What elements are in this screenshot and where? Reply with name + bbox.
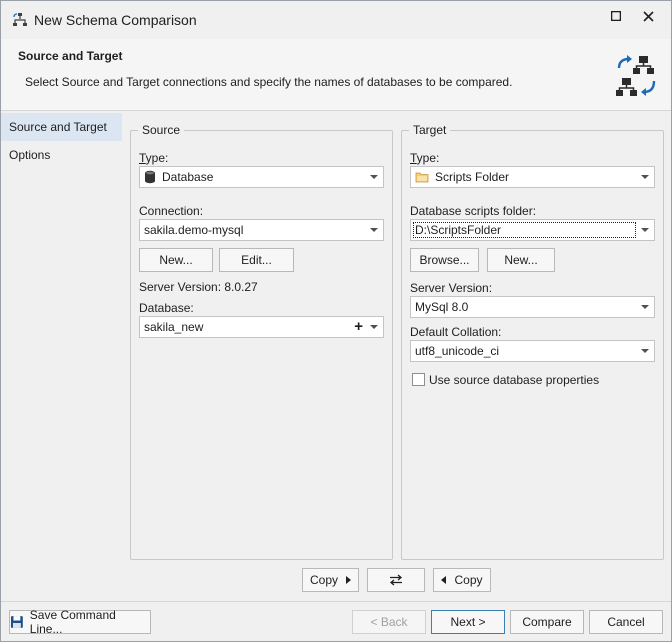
- scripts-folder-value: D:\ScriptsFolder: [415, 223, 502, 237]
- connection-value: sakila.demo-mysql: [144, 223, 244, 237]
- triangle-left-icon: [441, 576, 447, 584]
- database-select[interactable]: sakila_new +: [139, 316, 384, 338]
- target-server-version-label: Server Version:: [410, 281, 493, 295]
- connection-label: Connection:: [139, 204, 204, 218]
- database-icon: [145, 170, 155, 184]
- target-type-select[interactable]: Scripts Folder: [410, 166, 655, 188]
- source-new-button-label: New...: [159, 253, 193, 267]
- target-new-button[interactable]: New...: [487, 248, 555, 272]
- compare-button[interactable]: Compare: [510, 610, 584, 634]
- wizard-header: Source and Target Select Source and Targ…: [1, 39, 671, 111]
- source-edit-button[interactable]: Edit...: [219, 248, 294, 272]
- source-group-title: Source: [138, 123, 185, 137]
- copy-to-source-label: Copy: [454, 573, 483, 587]
- close-button[interactable]: [635, 5, 661, 27]
- triangle-right-icon: [346, 576, 351, 584]
- target-new-button-label: New...: [504, 253, 538, 267]
- schema-compare-app-icon: [13, 13, 27, 26]
- save-command-line-label: Save Command Line...: [29, 608, 116, 636]
- window-title: New Schema Comparison: [34, 12, 197, 28]
- use-source-properties-label[interactable]: Use source database properties: [429, 373, 599, 387]
- chevron-down-icon: [641, 175, 649, 179]
- chevron-down-icon: [370, 175, 378, 179]
- target-type-value: Scripts Folder: [435, 170, 510, 184]
- next-button[interactable]: Next >: [431, 610, 505, 634]
- source-type-label: Type:: [139, 151, 169, 165]
- scripts-folder-label: Database scripts folder:: [410, 204, 537, 218]
- back-button-label: < Back: [370, 615, 408, 629]
- chevron-down-icon: [370, 228, 378, 232]
- chevron-down-icon: [641, 349, 649, 353]
- source-type-select[interactable]: Database: [139, 166, 384, 188]
- next-button-label: Next >: [450, 615, 486, 629]
- copy-to-target-label: Copy: [309, 573, 338, 587]
- swap-button[interactable]: [367, 568, 425, 592]
- chevron-down-icon: [641, 305, 649, 309]
- source-edit-button-label: Edit...: [241, 253, 272, 267]
- sidebar-item-options[interactable]: Options: [1, 141, 122, 169]
- compare-button-label: Compare: [522, 615, 572, 629]
- wizard-sidebar: Source and Target Options: [1, 112, 122, 601]
- wizard-content: Source Type: Database Connection: sakila…: [122, 112, 671, 601]
- page-description: Select Source and Target connections and…: [25, 75, 513, 89]
- maximize-button[interactable]: [603, 5, 629, 27]
- source-new-button[interactable]: New...: [139, 248, 213, 272]
- sidebar-item-source-and-target[interactable]: Source and Target: [1, 113, 122, 141]
- chevron-down-icon: [641, 228, 649, 232]
- database-value: sakila_new: [144, 320, 204, 334]
- cancel-button-label: Cancel: [607, 615, 645, 629]
- target-server-version-select[interactable]: MySql 8.0: [410, 296, 655, 318]
- database-label: Database:: [139, 301, 194, 315]
- source-server-version: Server Version: 8.0.27: [139, 280, 258, 294]
- page-title: Source and Target: [18, 49, 123, 63]
- back-button[interactable]: < Back: [352, 610, 426, 634]
- copy-to-target-button[interactable]: Copy: [302, 568, 359, 592]
- use-source-properties-checkbox[interactable]: [412, 373, 425, 386]
- default-collation-label: Default Collation:: [410, 325, 502, 339]
- title-bar: New Schema Comparison: [1, 1, 671, 39]
- cancel-button[interactable]: Cancel: [589, 610, 663, 634]
- maximize-icon: [611, 11, 621, 21]
- source-type-value: Database: [162, 170, 214, 184]
- default-collation-value: utf8_unicode_ci: [415, 344, 500, 358]
- add-database-icon[interactable]: +: [354, 318, 363, 335]
- default-collation-select[interactable]: utf8_unicode_ci: [410, 340, 655, 362]
- scripts-folder-select[interactable]: D:\ScriptsFolder: [410, 219, 655, 241]
- copy-to-source-button[interactable]: Copy: [433, 568, 491, 592]
- target-group-title: Target: [409, 123, 451, 137]
- chevron-down-icon: [370, 325, 378, 329]
- save-command-line-button[interactable]: Save Command Line...: [9, 608, 151, 636]
- folder-icon: [415, 172, 429, 183]
- close-icon: [642, 10, 654, 22]
- swap-arrows-icon: [389, 574, 403, 586]
- browse-button-label: Browse...: [419, 253, 470, 267]
- schema-comparison-window: New Schema Comparison Source and Target …: [0, 0, 672, 642]
- wizard-footer: Save Command Line... < Back Next > Compa…: [1, 601, 671, 641]
- source-group: Source Type: Database Connection: sakila…: [130, 123, 393, 560]
- target-server-version-value: MySql 8.0: [415, 300, 469, 314]
- target-type-label: Type:: [410, 151, 440, 165]
- schema-compare-icon: [616, 55, 656, 96]
- connection-select[interactable]: sakila.demo-mysql: [139, 219, 384, 241]
- browse-button[interactable]: Browse...: [410, 248, 479, 272]
- target-group: Target Type: Scripts Folder Database scr…: [401, 123, 664, 560]
- floppy-disk-icon: [10, 616, 23, 628]
